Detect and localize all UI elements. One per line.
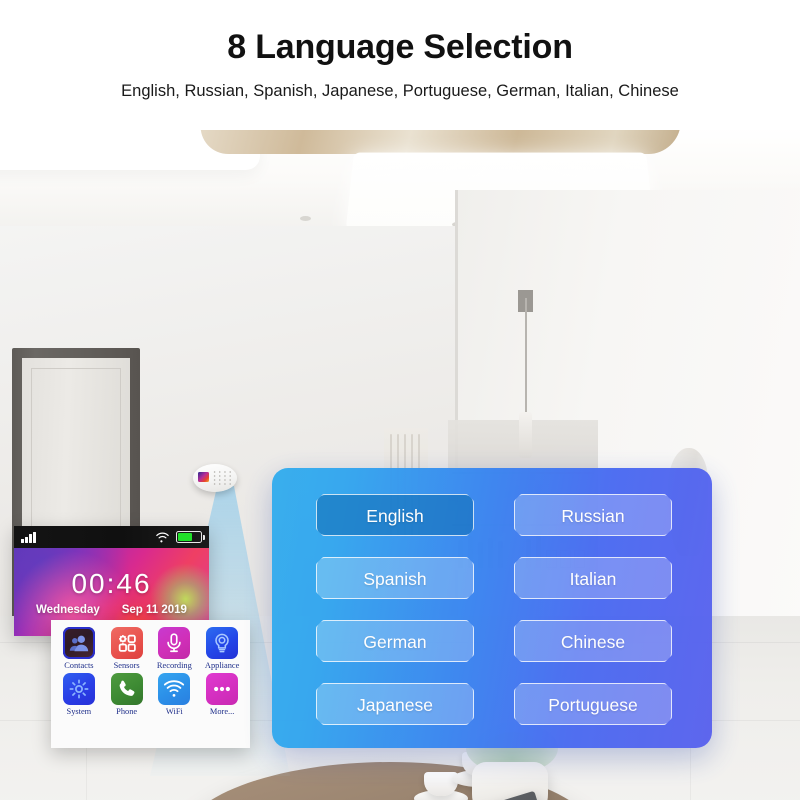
app-item-wifi[interactable]: WiFi — [151, 673, 199, 716]
header-band: 8 Language Selection English, Russian, S… — [0, 0, 800, 130]
device-clock: 00:46 — [71, 568, 152, 599]
language-button-portuguese[interactable]: Portuguese — [514, 683, 672, 725]
downlight — [300, 216, 311, 221]
language-button-spanish[interactable]: Spanish — [316, 557, 474, 599]
wifi-icon — [158, 673, 191, 705]
planter-pot — [472, 762, 548, 800]
device-weekday: Wednesday — [36, 604, 100, 616]
page-title: 8 Language Selection — [227, 28, 573, 66]
app-item-recording[interactable]: Recording — [151, 627, 199, 670]
wall-keypad-device — [193, 464, 237, 492]
app-item-appliance[interactable]: Appliance — [198, 627, 246, 670]
ellipsis-icon — [206, 673, 239, 705]
room-photo: Designing for the 3D Web — [0, 130, 800, 800]
language-button-russian[interactable]: Russian — [514, 494, 672, 536]
app-grid: Contacts Sensors Recording Appliance Sys… — [55, 627, 246, 716]
app-menu-card: Contacts Sensors Recording Appliance Sys… — [51, 620, 250, 748]
language-button-japanese[interactable]: Japanese — [316, 683, 474, 725]
page-subtitle: English, Russian, Spanish, Japanese, Por… — [121, 82, 679, 100]
battery-fill — [178, 533, 192, 541]
app-label: Phone — [116, 707, 138, 716]
phone-icon — [110, 673, 143, 705]
battery-icon — [176, 531, 206, 543]
app-label: Recording — [156, 661, 192, 670]
device-status-bar — [14, 526, 209, 548]
language-selection-panel: English Russian Spanish Italian German C… — [272, 468, 712, 748]
product-feature-image: 8 Language Selection English, Russian, S… — [0, 0, 800, 800]
pendant-lamp — [519, 412, 532, 458]
microphone-icon — [158, 627, 191, 659]
status-bar-right — [155, 531, 206, 543]
app-item-system[interactable]: System — [55, 673, 103, 716]
pendant-cord — [525, 298, 527, 418]
language-button-italian[interactable]: Italian — [514, 557, 672, 599]
app-label: Contacts — [64, 661, 94, 670]
device-date: Sep 11 2019 — [121, 604, 187, 616]
app-item-sensors[interactable]: Sensors — [103, 627, 151, 670]
device-date-row: Wednesday Sep 11 2019 — [14, 604, 209, 616]
app-label: More... — [209, 707, 235, 716]
sensors-grid-icon — [110, 627, 143, 659]
wifi-icon — [156, 532, 169, 543]
app-label: System — [66, 707, 92, 716]
language-button-german[interactable]: German — [316, 620, 474, 662]
app-item-phone[interactable]: Phone — [103, 673, 151, 716]
language-button-chinese[interactable]: Chinese — [514, 620, 672, 662]
app-item-contacts[interactable]: Contacts — [55, 627, 103, 670]
language-button-english[interactable]: English — [316, 494, 474, 536]
app-item-more[interactable]: More... — [198, 673, 246, 716]
contacts-icon — [62, 627, 95, 659]
gear-icon — [62, 673, 95, 705]
app-label: Appliance — [204, 661, 240, 670]
app-label: Sensors — [113, 661, 140, 670]
lightbulb-icon — [206, 627, 239, 659]
signal-bars-icon — [21, 531, 36, 543]
language-grid: English Russian Spanish Italian German C… — [316, 494, 672, 725]
keypad-screen — [198, 472, 209, 482]
keypad-keys — [212, 470, 233, 486]
ceiling-wood-trim — [198, 130, 682, 154]
app-label: WiFi — [165, 707, 183, 716]
